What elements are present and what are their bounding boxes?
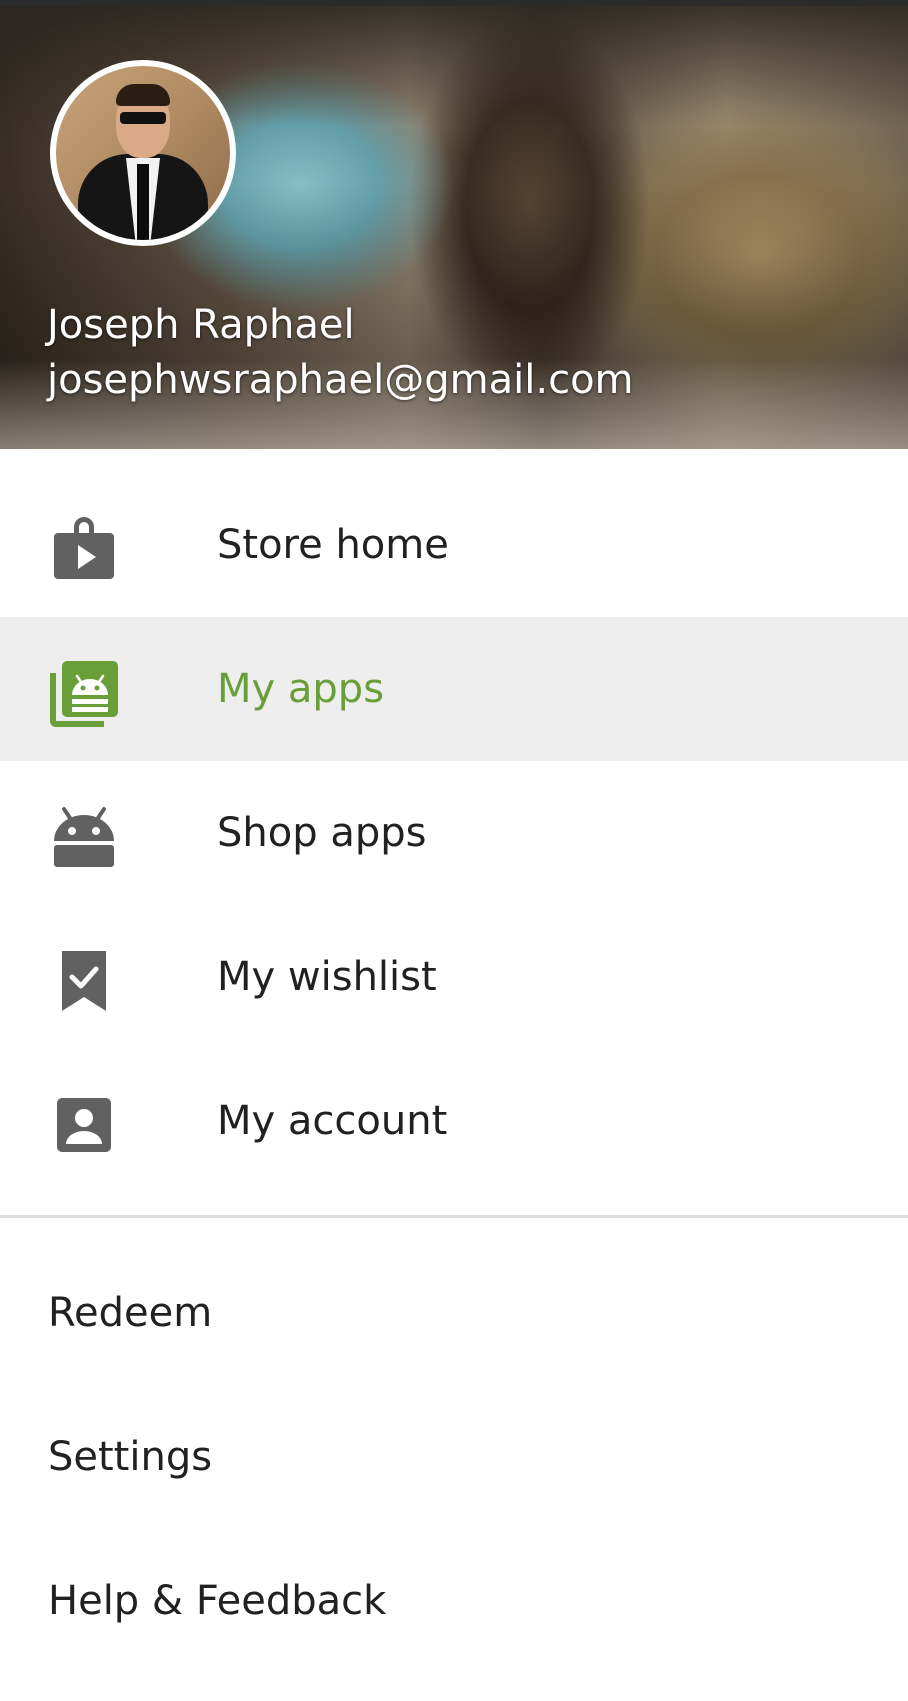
nav-label-my-apps: My apps — [217, 666, 385, 712]
nav-item-my-account[interactable]: My account — [0, 1049, 908, 1193]
account-email: josephwsraphael@gmail.com — [47, 357, 634, 403]
bookmark-check-icon — [62, 951, 106, 1011]
nav-label-store-home: Store home — [217, 522, 449, 568]
account-header[interactable]: Joseph Raphael josephwsraphael@gmail.com — [0, 6, 908, 449]
menu-label-redeem: Redeem — [48, 1290, 213, 1336]
menu-label-help-feedback: Help & Feedback — [48, 1578, 387, 1624]
menu-item-settings[interactable]: Settings — [0, 1385, 908, 1529]
my-apps-library-icon — [50, 661, 118, 727]
nav-item-shop-apps[interactable]: Shop apps — [0, 761, 908, 905]
account-box-icon — [57, 1098, 111, 1152]
nav-label-shop-apps: Shop apps — [217, 810, 427, 856]
menu-label-settings: Settings — [48, 1434, 213, 1480]
shopping-bag-play-icon — [54, 517, 114, 579]
nav-label-my-wishlist: My wishlist — [217, 954, 437, 1000]
menu-item-help-feedback[interactable]: Help & Feedback — [0, 1529, 908, 1673]
menu-item-redeem[interactable]: Redeem — [0, 1241, 908, 1385]
account-name: Joseph Raphael — [47, 302, 355, 348]
android-icon — [54, 807, 114, 867]
menu-divider — [0, 1215, 908, 1218]
nav-item-store-home[interactable]: Store home — [0, 473, 908, 617]
navigation-drawer: Joseph Raphael josephwsraphael@gmail.com… — [0, 0, 908, 1701]
avatar-photo — [56, 66, 230, 240]
nav-item-my-wishlist[interactable]: My wishlist — [0, 905, 908, 1049]
nav-label-my-account: My account — [217, 1098, 448, 1144]
nav-item-my-apps[interactable]: My apps — [0, 617, 908, 761]
avatar[interactable] — [50, 60, 236, 246]
